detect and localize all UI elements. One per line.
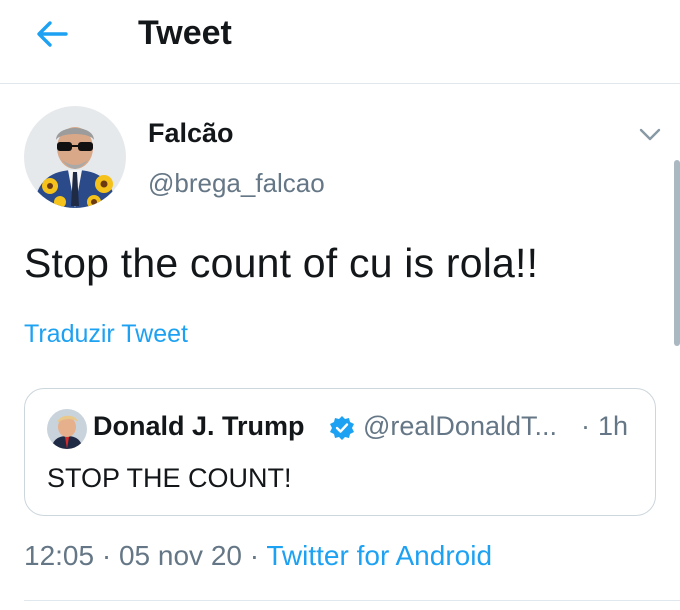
quoted-author-name: Donald J. Trump bbox=[93, 411, 305, 441]
author-name[interactable]: Falcão bbox=[148, 118, 234, 149]
scrollbar[interactable] bbox=[674, 160, 680, 346]
avatar[interactable] bbox=[24, 106, 126, 208]
top-bar: Tweet bbox=[0, 0, 680, 84]
quoted-timestamp: 1h bbox=[598, 411, 629, 441]
verified-badge-icon bbox=[329, 415, 355, 441]
back-button[interactable] bbox=[30, 12, 74, 56]
page-title: Tweet bbox=[138, 14, 232, 52]
arrow-left-icon bbox=[37, 21, 68, 47]
quoted-avatar bbox=[47, 409, 87, 449]
tweet-date: 05 nov 20 bbox=[118, 540, 242, 571]
meta-separator: · bbox=[249, 540, 260, 571]
translate-tweet-link[interactable]: Traduzir Tweet bbox=[24, 320, 188, 349]
tweet-options-button[interactable] bbox=[634, 122, 666, 148]
tweet-text: Stop the count of cu is rola!! bbox=[24, 240, 539, 286]
tweet-source-link[interactable]: Twitter for Android bbox=[266, 540, 492, 571]
tweet-time: 12:05 bbox=[24, 540, 95, 571]
divider bbox=[24, 600, 680, 601]
quoted-tweet-text: STOP THE COUNT! bbox=[47, 463, 292, 493]
tweet-metadata: 12:05 · 05 nov 20 · Twitter for Android bbox=[24, 540, 492, 572]
quoted-separator: · bbox=[581, 411, 590, 441]
quoted-tweet-card[interactable]: Donald J. Trump @realDonaldT... · 1h STO… bbox=[24, 388, 656, 516]
author-handle[interactable]: @brega_falcao bbox=[148, 168, 325, 199]
quoted-author-handle: @realDonaldT... bbox=[363, 411, 557, 441]
chevron-down-icon bbox=[639, 128, 661, 141]
meta-separator: · bbox=[101, 540, 112, 571]
